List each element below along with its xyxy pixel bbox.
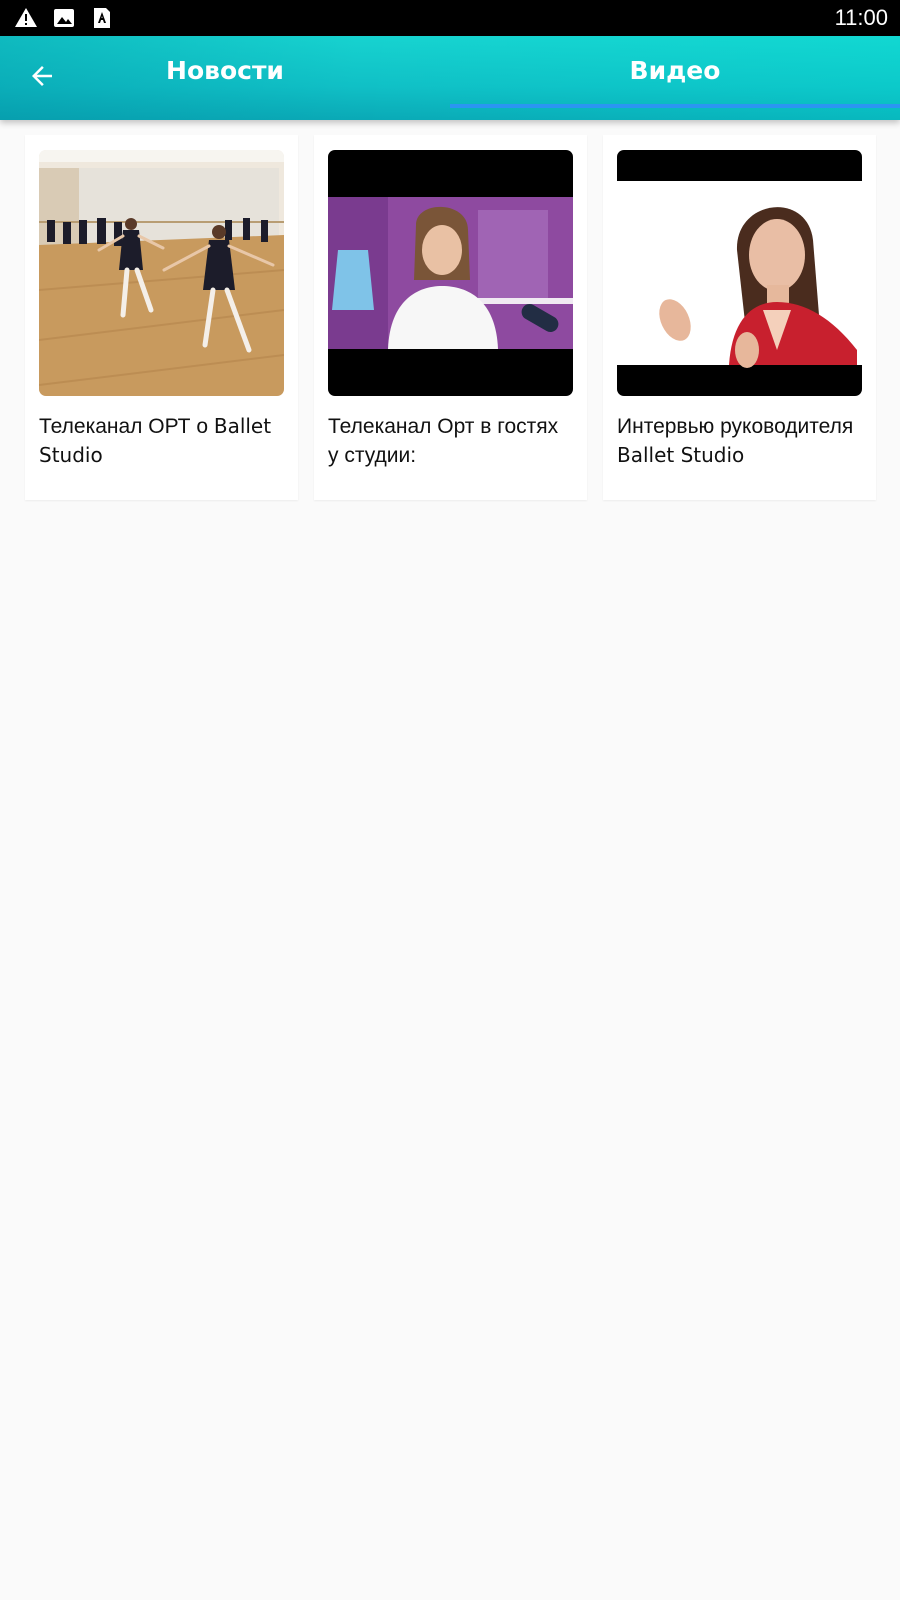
video-title-brand: Ballet Studio	[617, 443, 745, 467]
status-icons	[14, 6, 114, 30]
video-title: Интервью руководителя Ballet Studio	[617, 412, 862, 470]
video-title-text: Телеканал ОРТ о	[39, 415, 214, 438]
font-a-icon	[94, 8, 110, 28]
status-time: 11:00	[834, 5, 888, 30]
video-title-text: Интервью руководителя	[617, 415, 854, 438]
video-card[interactable]: Телеканал Орт в гостях у студии:	[314, 135, 587, 500]
status-bar: 11:00	[0, 0, 900, 36]
tab-indicator	[450, 104, 900, 108]
warning-icon	[15, 8, 37, 27]
video-thumbnail	[39, 150, 284, 396]
video-thumbnail	[328, 150, 573, 396]
tab-news-label: Новости	[166, 56, 284, 85]
app-bar: Новости Видео	[0, 36, 900, 120]
tab-video-label: Видео	[629, 56, 721, 85]
video-card[interactable]: Телеканал ОРТ о Ballet Studio	[25, 135, 298, 500]
image-icon	[54, 9, 74, 27]
video-title: Телеканал Орт в гостях у студии:	[328, 412, 573, 470]
video-card[interactable]: Интервью руководителя Ballet Studio	[603, 135, 876, 500]
video-thumbnail	[617, 150, 862, 396]
video-title: Телеканал ОРТ о Ballet Studio	[39, 412, 284, 470]
video-title-text: Телеканал Орт в гостях у студии:	[328, 415, 559, 467]
video-list: Телеканал ОРТ о Ballet Studio Телеканал …	[25, 135, 876, 500]
tab-news[interactable]: Новости	[0, 36, 450, 120]
